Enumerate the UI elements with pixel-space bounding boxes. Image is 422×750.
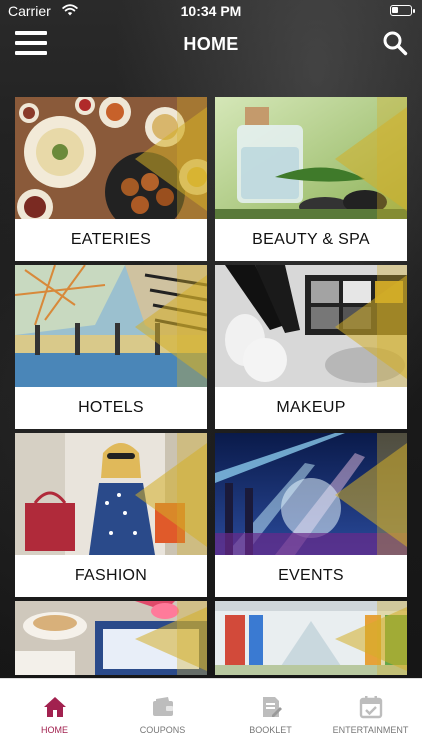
category-tile-coupons-food[interactable] — [15, 601, 207, 675]
hotels-image — [15, 265, 207, 387]
category-label: EVENTS — [215, 555, 407, 597]
tab-label: COUPONS — [139, 725, 186, 735]
category-label: MAKEUP — [215, 387, 407, 429]
category-tile-events[interactable]: EVENTS — [215, 433, 407, 597]
tab-label: ENTERTAINMENT — [332, 725, 409, 735]
makeup-image — [215, 265, 407, 387]
booklet-icon — [263, 697, 282, 717]
status-bar: Carrier 10:34 PM — [0, 0, 422, 22]
tab-label: BOOKLET — [249, 725, 292, 735]
tab-coupons[interactable]: COUPONS — [110, 679, 215, 750]
beauty-spa-image — [215, 97, 407, 219]
tile-8-image — [215, 601, 407, 675]
tab-entertainment[interactable]: ENTERTAINMENT — [318, 679, 422, 750]
category-label: EATERIES — [15, 219, 207, 261]
tab-booklet[interactable]: BOOKLET — [218, 679, 323, 750]
wallet-icon — [153, 697, 173, 716]
page-title: HOME — [183, 34, 239, 54]
category-tile-makeup[interactable]: MAKEUP — [215, 265, 407, 429]
category-tile-fashion[interactable]: FASHION — [15, 433, 207, 597]
status-time: 10:34 PM — [180, 3, 242, 19]
category-tile-hotels[interactable]: HOTELS — [15, 265, 207, 429]
category-tile-supermarket[interactable] — [215, 601, 407, 675]
home-icon — [44, 697, 66, 717]
category-label: FASHION — [15, 555, 207, 597]
calendar-check-icon — [359, 696, 383, 719]
category-label: HOTELS — [15, 387, 207, 429]
nav-bar: HOME — [0, 22, 422, 68]
events-image — [215, 433, 407, 555]
battery-icon — [390, 5, 415, 16]
tab-bar: HOME COUPONS BOOKLET ENTERTAINMENT — [0, 678, 422, 750]
category-tile-eateries[interactable]: EATERIES — [15, 97, 207, 261]
tile-7-image — [15, 601, 207, 675]
search-icon[interactable] — [382, 30, 408, 56]
category-label: BEAUTY & SPA — [215, 219, 407, 261]
eateries-image — [15, 97, 207, 219]
tab-label: HOME — [41, 725, 68, 735]
tab-home[interactable]: HOME — [2, 679, 107, 750]
fashion-image — [15, 433, 207, 555]
category-tile-beauty-spa[interactable]: BEAUTY & SPA — [215, 97, 407, 261]
